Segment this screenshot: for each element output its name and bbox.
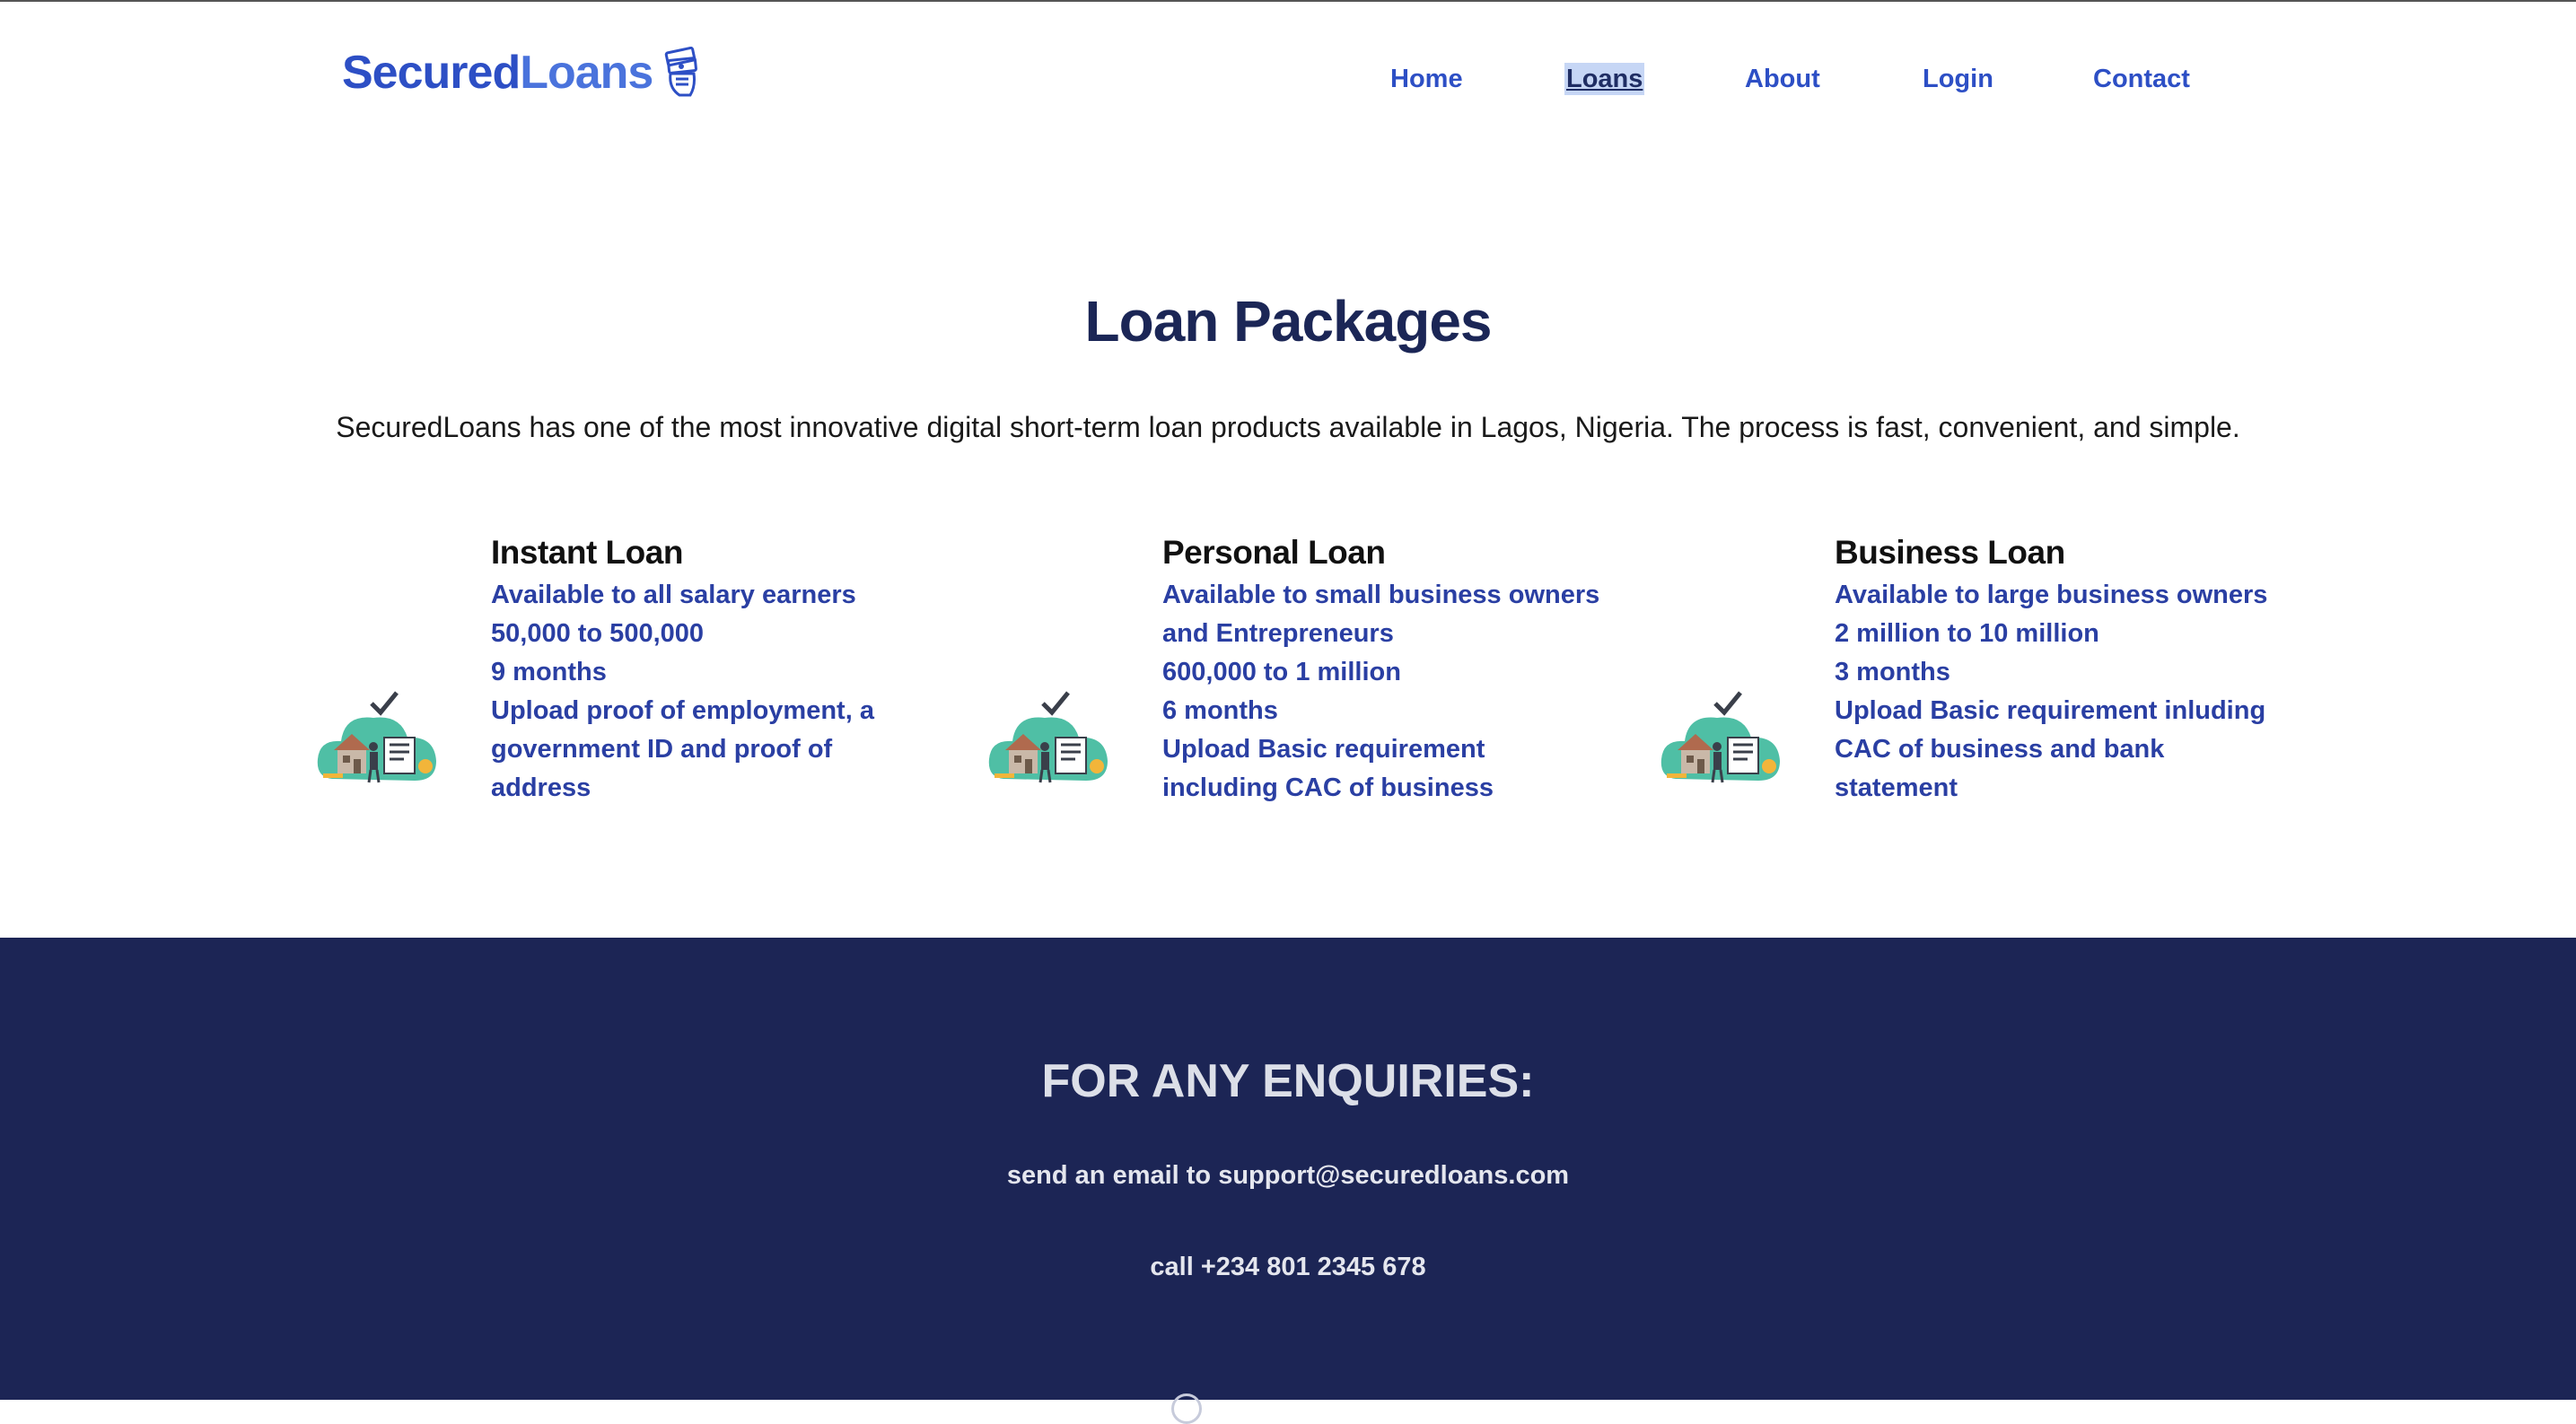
package-requirement: statement [1835,773,1958,802]
package-eligibility: Available to small business owners [1162,581,1600,609]
package-details: Personal Loan Available to small busines… [1162,529,1611,808]
package-requirement: Upload proof of employment, a [491,696,874,725]
package-card-personal: Personal Loan Available to small busines… [986,529,1632,817]
package-duration: 3 months [1835,658,1950,686]
package-requirement: Upload Basic requirement inluding [1835,696,2266,725]
main-nav: Home Loans About Login Contact [0,63,2576,99]
package-eligibility: Available to all salary earners [491,581,856,609]
package-requirement: including CAC of business [1162,773,1494,802]
nav-home[interactable]: Home [1390,63,1463,95]
package-requirement: government ID and proof of [491,735,833,764]
package-eligibility: and Entrepreneurs [1162,619,1394,648]
loan-approval-illustration-icon [1660,691,1780,783]
package-details: Business Loan Available to large busines… [1835,529,2283,808]
package-title: Personal Loan [1162,534,1386,571]
package-requirement: Upload Basic requirement [1162,735,1485,764]
enquiries-heading: FOR ANY ENQUIRIES: [1041,1055,1535,1107]
package-eligibility: Available to large business owners [1835,581,2268,609]
nav-login[interactable]: Login [1923,63,1993,95]
package-requirement: address [491,773,591,802]
page-title: Loan Packages [1084,289,1493,354]
package-title: Instant Loan [491,534,683,571]
package-card-instant: Instant Loan Available to all salary ear… [314,529,960,817]
package-duration: 6 months [1162,696,1278,725]
loan-packages: Instant Loan Available to all salary ear… [0,529,2576,817]
nav-contact[interactable]: Contact [2093,63,2190,95]
package-duration: 9 months [491,658,607,686]
support-email-text: send an email to support@securedloans.co… [1006,1161,1570,1190]
footer: FOR ANY ENQUIRIES: send an email to supp… [0,938,2576,1424]
social-icon[interactable] [1171,1393,1202,1424]
nav-about[interactable]: About [1745,63,1820,95]
nav-loans[interactable]: Loans [1564,63,1645,95]
intro-text: SecuredLoans has one of the most innovat… [336,411,2240,443]
support-phone-text: call +234 801 2345 678 [1150,1253,1426,1281]
window-top-border [0,0,2576,2]
package-requirement: CAC of business and bank [1835,735,2165,764]
loan-approval-illustration-icon [988,691,1108,783]
package-amount: 50,000 to 500,000 [491,619,705,648]
package-details: Instant Loan Available to all salary ear… [491,529,940,808]
package-amount: 600,000 to 1 million [1162,658,1401,686]
package-amount: 2 million to 10 million [1835,619,2099,648]
package-title: Business Loan [1835,534,2065,571]
loan-approval-illustration-icon [317,691,436,783]
package-card-business: Business Loan Available to large busines… [1658,529,2304,817]
